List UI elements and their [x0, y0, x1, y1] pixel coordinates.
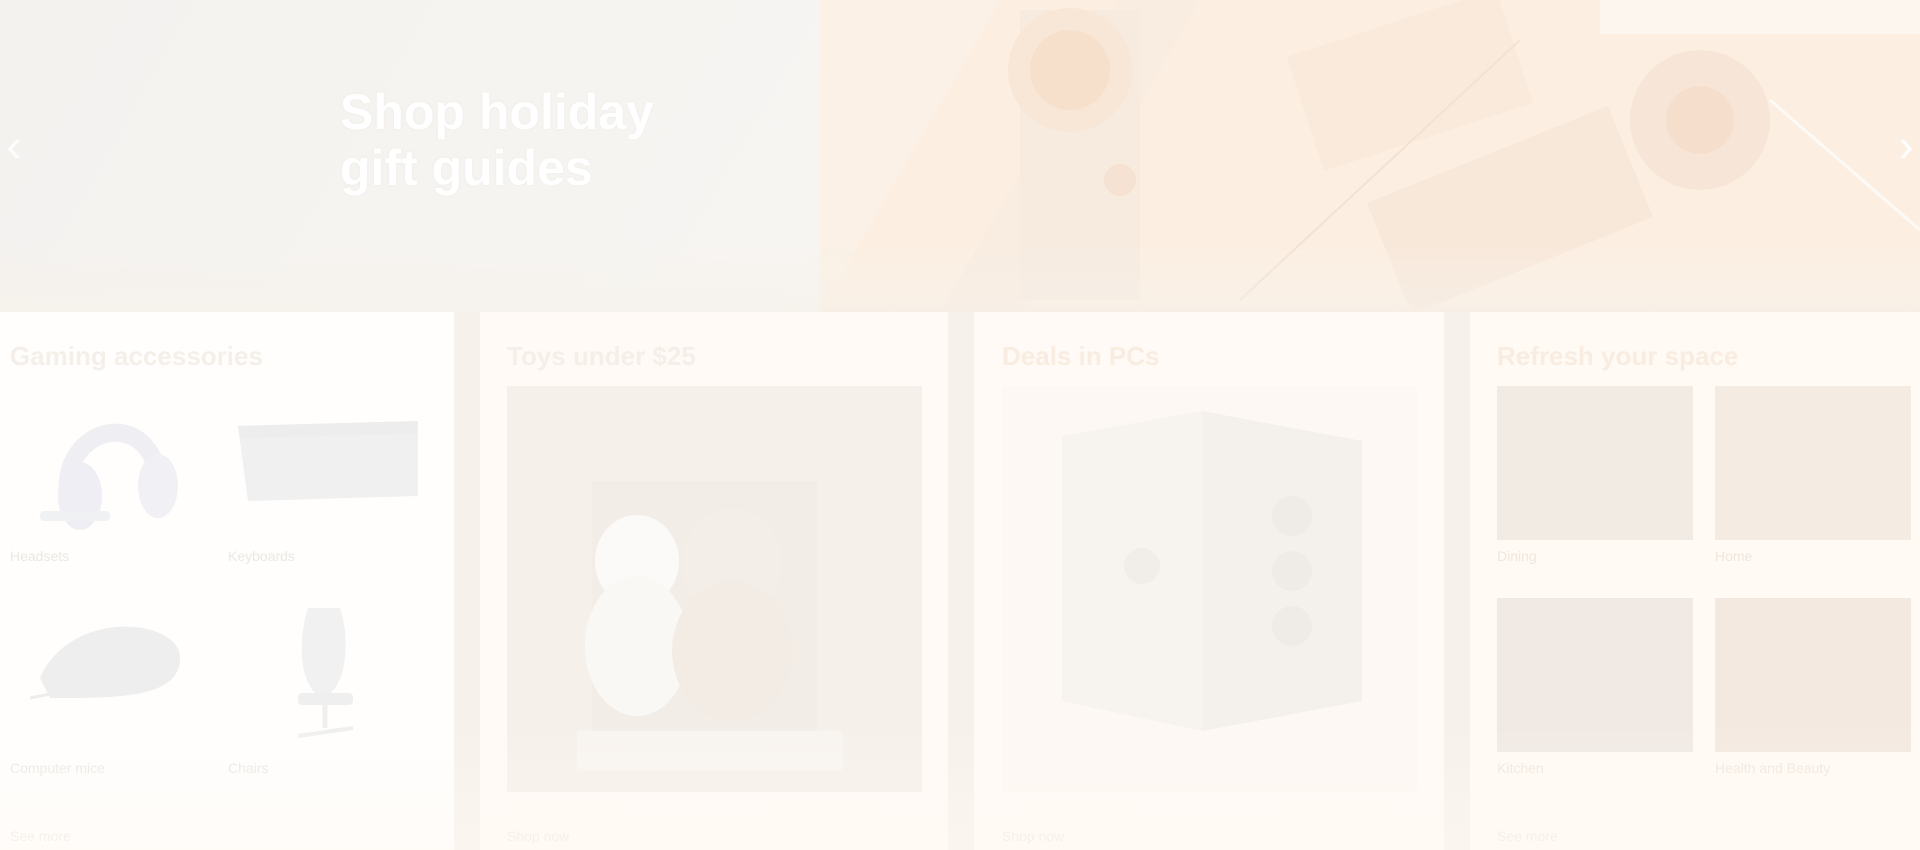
card-deals-in-pcs: Deals in PCs Shop now [974, 312, 1444, 850]
tile-label: Dining [1497, 548, 1537, 564]
hero-title-line-1: Shop holiday [340, 84, 654, 140]
card-title: Deals in PCs [1002, 341, 1160, 371]
tile-label: Home [1715, 548, 1753, 564]
dining-photo [1497, 386, 1693, 540]
shop-now-link[interactable]: Shop now [1002, 828, 1064, 844]
card-title: Toys under $25 [507, 341, 696, 371]
carousel-previous-button[interactable]: ‹ [0, 120, 28, 170]
tile-computer-mice[interactable]: Computer mice [10, 598, 206, 776]
tile-label: Health and Beauty [1715, 760, 1831, 776]
tile-keyboards[interactable]: Keyboards [228, 386, 424, 564]
see-more-link[interactable]: See more [10, 828, 71, 844]
tile-home[interactable]: Home [1715, 386, 1911, 564]
tile-label: Keyboards [228, 548, 295, 564]
hero-fade [0, 242, 1920, 312]
hero-title: Shop holiday gift guides [340, 84, 654, 196]
kitchen-photo [1497, 598, 1693, 752]
card-gaming-accessories: Gaming accessories Headsets Keyboards Co… [0, 312, 454, 850]
tile-label: Headsets [10, 548, 70, 564]
hero-banner[interactable]: Shop holiday gift guides ‹ › [0, 0, 1920, 312]
mouse-icon [10, 598, 206, 752]
chair-icon [228, 598, 424, 752]
tile-chairs[interactable]: Chairs [228, 598, 424, 776]
tile-dining[interactable]: Dining [1497, 386, 1693, 564]
card-title: Gaming accessories [10, 341, 263, 371]
card-toys-under-25: Toys under $25 Shop now [480, 312, 948, 850]
card-title: Refresh your space [1497, 341, 1739, 371]
tile-grid: Dining Home Kitchen Health and Beauty [1497, 386, 1911, 776]
tile-label: Kitchen [1497, 760, 1544, 776]
tile-label: Chairs [228, 760, 269, 776]
tile-headsets[interactable]: Headsets [10, 386, 206, 564]
keyboard-icon [228, 386, 424, 540]
tile-health-and-beauty[interactable]: Health and Beauty [1715, 598, 1911, 776]
see-more-link[interactable]: See more [1497, 828, 1558, 844]
headset-icon [10, 386, 206, 540]
pc-tower-image[interactable] [1002, 386, 1417, 792]
plush-toys-image[interactable] [507, 386, 922, 792]
tile-label: Computer mice [10, 760, 105, 776]
tile-grid: Headsets Keyboards Computer mice Chairs [10, 386, 444, 776]
card-refresh-your-space: Refresh your space Dining Home Kitchen H… [1470, 312, 1920, 850]
tile-kitchen[interactable]: Kitchen [1497, 598, 1693, 776]
carousel-next-button[interactable]: › [1892, 120, 1920, 170]
shop-now-link[interactable]: Shop now [507, 828, 569, 844]
hero-title-line-2: gift guides [340, 140, 593, 196]
health-beauty-photo [1715, 598, 1911, 752]
home-photo [1715, 386, 1911, 540]
chevron-left-icon: ‹ [6, 119, 22, 171]
chevron-right-icon: › [1898, 119, 1914, 171]
